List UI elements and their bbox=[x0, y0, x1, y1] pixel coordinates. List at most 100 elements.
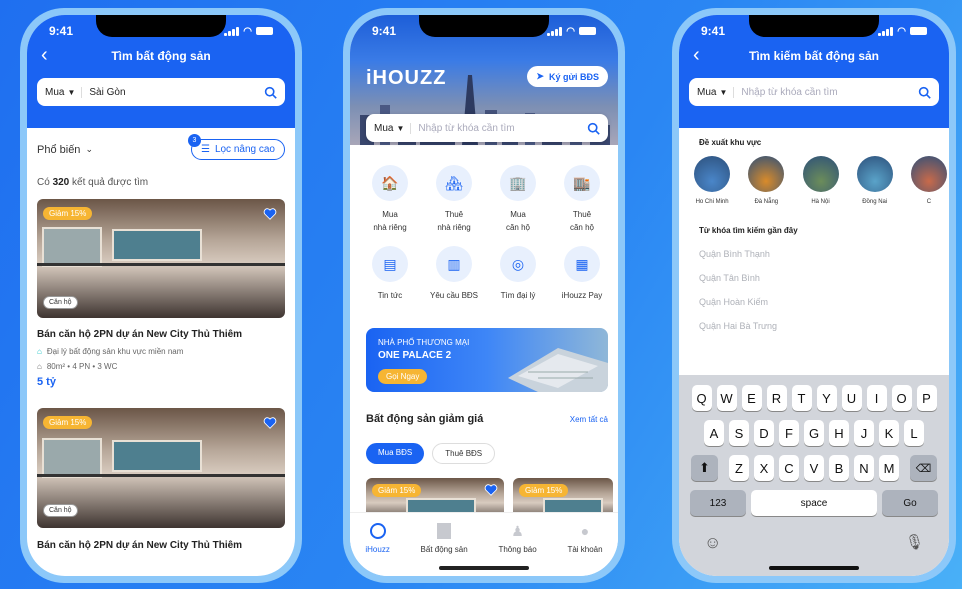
shift-key[interactable]: ⬆ bbox=[691, 455, 718, 481]
back-icon[interactable]: ‹ bbox=[41, 44, 48, 66]
key-v[interactable]: V bbox=[804, 455, 824, 481]
suggested-regions-title: Đề xuất khu vực bbox=[699, 138, 762, 147]
wifi-icon: ◠ bbox=[566, 25, 575, 37]
search-input[interactable]: Nhập từ khóa cần tìm bbox=[741, 87, 918, 98]
numbers-key[interactable]: 123 bbox=[690, 490, 746, 516]
key-l[interactable]: L bbox=[904, 420, 924, 446]
nav-account[interactable]: ● Tài khoản bbox=[567, 523, 602, 576]
recent-search-item[interactable]: Quận Bình Thạnh bbox=[699, 249, 929, 259]
sort-label: Phổ biến bbox=[37, 143, 81, 156]
key-e[interactable]: E bbox=[741, 385, 762, 411]
status-icons: ◠ bbox=[547, 26, 596, 37]
service-item[interactable]: 🏘 Thuê nhà riêng bbox=[422, 165, 486, 232]
heart-icon[interactable] bbox=[484, 483, 498, 497]
heart-icon[interactable] bbox=[263, 416, 277, 430]
key-m[interactable]: M bbox=[879, 455, 899, 481]
nav-home-label: iHouzz bbox=[365, 545, 390, 554]
sort-select[interactable]: Phổ biến ⌄ bbox=[37, 144, 93, 156]
location-input[interactable]: Sài Gòn bbox=[89, 87, 264, 98]
news-icon: ▤ bbox=[372, 246, 408, 282]
key-q[interactable]: Q bbox=[691, 385, 712, 411]
key-y[interactable]: Y bbox=[816, 385, 837, 411]
region-item[interactable]: Ho Chi Minh bbox=[692, 156, 732, 205]
battery-icon bbox=[579, 27, 596, 35]
listing-title: Bán căn hộ 2PN dự án New City Thủ Thiêm bbox=[37, 329, 243, 340]
heart-icon[interactable] bbox=[263, 207, 277, 221]
key-x[interactable]: X bbox=[754, 455, 774, 481]
key-w[interactable]: W bbox=[716, 385, 737, 411]
service-item[interactable]: 🏬 Thuê căn hộ bbox=[550, 165, 614, 232]
house-cart-icon: 🏠 bbox=[372, 165, 408, 201]
mode-select[interactable]: Mua ▼ bbox=[374, 122, 412, 134]
search-icon[interactable] bbox=[264, 86, 277, 99]
search-icon[interactable] bbox=[587, 122, 600, 135]
service-item[interactable]: 🏢 Mua căn hộ bbox=[486, 165, 550, 232]
key-p[interactable]: P bbox=[916, 385, 937, 411]
region-item[interactable]: Đà Nẵng bbox=[746, 156, 786, 205]
key-u[interactable]: U bbox=[841, 385, 862, 411]
home-icon bbox=[369, 523, 386, 539]
key-d[interactable]: D bbox=[754, 420, 774, 446]
region-item[interactable]: Hà Nội bbox=[800, 156, 840, 205]
region-item[interactable]: Đồng Nai bbox=[855, 156, 895, 205]
building-icon: 🏢 bbox=[500, 165, 536, 201]
delete-key[interactable]: ⌫ bbox=[910, 455, 937, 481]
advanced-filter-button[interactable]: 3 ☰ Lọc nâng cao bbox=[187, 134, 285, 160]
service-item[interactable]: ▤ Tin tức bbox=[358, 246, 422, 300]
mode-select[interactable]: Mua ▼ bbox=[45, 86, 83, 98]
key-j[interactable]: J bbox=[854, 420, 874, 446]
region-item[interactable]: C bbox=[909, 156, 949, 205]
key-h[interactable]: H bbox=[829, 420, 849, 446]
battery-icon bbox=[910, 27, 927, 35]
promo-banner[interactable]: NHÀ PHỐ THƯƠNG MẠI ONE PALACE 2 Gọi Ngay bbox=[366, 328, 608, 392]
recent-search-item[interactable]: Quận Hoàn Kiếm bbox=[699, 297, 929, 307]
chevron-down-icon: ⌄ bbox=[85, 144, 93, 154]
tab-rent[interactable]: Thuê BĐS bbox=[432, 443, 496, 464]
window bbox=[42, 227, 102, 267]
recent-search-item[interactable]: Quận Hai Bà Trưng bbox=[699, 321, 929, 331]
nav-home[interactable]: iHouzz bbox=[365, 523, 390, 576]
wallet-icon: ▦ bbox=[564, 246, 600, 282]
keyboard-row-3: ⬆ ZXCVBNM ⌫ bbox=[682, 455, 946, 481]
search-input[interactable]: Nhập từ khóa cần tìm bbox=[418, 123, 587, 134]
filter-count-badge: 3 bbox=[187, 134, 201, 147]
key-a[interactable]: A bbox=[704, 420, 724, 446]
key-s[interactable]: S bbox=[729, 420, 749, 446]
key-b[interactable]: B bbox=[829, 455, 849, 481]
key-c[interactable]: C bbox=[779, 455, 799, 481]
recent-search-item[interactable]: Quận Tân Bình bbox=[699, 273, 929, 283]
emoji-icon[interactable]: ☺ bbox=[704, 533, 721, 553]
agent-icon: ⌂ bbox=[37, 347, 42, 356]
send-icon: ➤ bbox=[536, 71, 544, 81]
listing-card[interactable]: Giảm 15% Căn hộ Bán căn hộ 2PN dự án New… bbox=[27, 188, 295, 388]
consign-button[interactable]: ➤ Ký gửi BĐS bbox=[527, 66, 608, 87]
call-now-button[interactable]: Gọi Ngay bbox=[378, 369, 428, 384]
left-phone: 9:41 ◠ ‹ Tìm bất động sản Mua ▼ Sài Gòn P… bbox=[20, 8, 302, 583]
key-r[interactable]: R bbox=[766, 385, 787, 411]
service-item[interactable]: ▦ iHouzz Pay bbox=[550, 246, 614, 300]
service-item[interactable]: 🏠 Mua nhà riêng bbox=[358, 165, 422, 232]
listing-card[interactable]: Giảm 15% Căn hộ Bán căn hộ 2PN dự án New… bbox=[27, 388, 295, 551]
recent-searches-title: Từ khóa tìm kiếm gần đây bbox=[699, 226, 798, 235]
go-key[interactable]: Go bbox=[882, 490, 938, 516]
service-label: Thuê bbox=[444, 210, 464, 219]
key-t[interactable]: T bbox=[791, 385, 812, 411]
mode-select[interactable]: Mua ▼ bbox=[697, 86, 735, 98]
battery-icon bbox=[256, 27, 273, 35]
service-item[interactable]: ◎ Tìm đại lý bbox=[486, 246, 550, 300]
back-icon[interactable]: ‹ bbox=[693, 44, 700, 66]
space-key[interactable]: space bbox=[751, 490, 877, 516]
key-i[interactable]: I bbox=[866, 385, 887, 411]
key-n[interactable]: N bbox=[854, 455, 874, 481]
see-all-link[interactable]: Xem tất cả bbox=[570, 415, 608, 424]
microphone-icon[interactable]: 🎙 bbox=[905, 533, 924, 553]
key-k[interactable]: K bbox=[879, 420, 899, 446]
keyboard-row-4: 123 space Go bbox=[682, 490, 946, 516]
search-icon[interactable] bbox=[918, 86, 931, 99]
key-z[interactable]: Z bbox=[729, 455, 749, 481]
key-f[interactable]: F bbox=[779, 420, 799, 446]
key-g[interactable]: G bbox=[804, 420, 824, 446]
key-o[interactable]: O bbox=[891, 385, 912, 411]
service-item[interactable]: ▥ Yêu cầu BĐS bbox=[422, 246, 486, 300]
tab-buy[interactable]: Mua BĐS bbox=[366, 443, 425, 464]
